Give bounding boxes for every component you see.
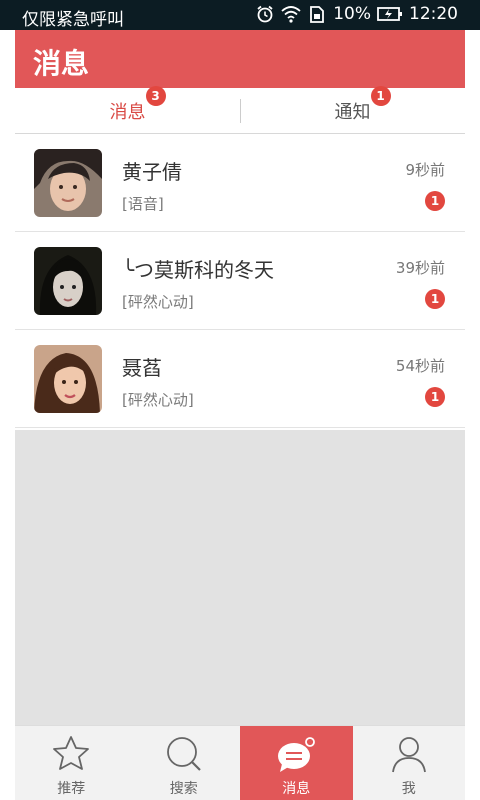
nav-item-me[interactable]: 我 xyxy=(353,726,466,800)
tab-notifications-label: 通知 xyxy=(334,101,371,123)
tab-bar: 消息 3 通知 1 xyxy=(15,85,465,134)
carrier-text: 仅限紧急呼叫 xyxy=(22,10,124,30)
message-time: 39秒前 xyxy=(395,259,445,277)
nav-item-recommend[interactable]: 推荐 xyxy=(15,726,128,800)
unread-badge: 1 xyxy=(425,191,445,211)
alarm-icon xyxy=(257,5,273,23)
avatar[interactable] xyxy=(34,345,102,413)
unread-badge: 1 xyxy=(425,387,445,407)
nav-label: 搜索 xyxy=(169,781,198,797)
conversation-list: 黄子倩 [语音] 9秒前 1 ╰つ莫斯科的冬天 [砰然心动] 39秒前 1 聂萏… xyxy=(15,134,465,430)
sim-icon xyxy=(310,6,325,23)
tab-notifications[interactable]: 通知 1 xyxy=(240,85,465,133)
nav-label: 推荐 xyxy=(57,781,86,797)
nav-item-messages[interactable]: 消息 xyxy=(240,726,353,800)
status-icons: 10% 12:20 xyxy=(255,4,458,24)
message-preview: [砰然心动] xyxy=(122,293,194,311)
empty-list-area xyxy=(15,430,465,725)
star-icon xyxy=(53,736,90,770)
search-icon xyxy=(166,737,201,771)
status-bar: 仅限紧急呼叫 10% 12:20 xyxy=(0,0,480,30)
wifi-icon xyxy=(281,6,301,23)
page-title: 消息 xyxy=(33,47,90,80)
chat-bubble-icon xyxy=(278,737,316,772)
avatar[interactable] xyxy=(34,149,102,217)
message-preview: [砰然心动] xyxy=(122,391,194,409)
nav-label: 消息 xyxy=(282,781,311,797)
contact-name: 聂萏 xyxy=(122,356,162,380)
tab-messages-label: 消息 xyxy=(109,101,146,123)
tab-notifications-badge: 1 xyxy=(370,85,391,106)
conversation-row[interactable]: 聂萏 [砰然心动] 54秒前 1 xyxy=(15,330,465,428)
contact-name: ╰つ莫斯科的冬天 xyxy=(122,258,275,282)
message-time: 9秒前 xyxy=(405,161,445,179)
battery-icon xyxy=(377,7,402,21)
contact-name: 黄子倩 xyxy=(122,160,182,184)
message-preview: [语音] xyxy=(122,195,164,213)
nav-item-search[interactable]: 搜索 xyxy=(128,726,241,800)
message-time: 54秒前 xyxy=(395,357,445,375)
clock-time: 12:20 xyxy=(409,4,458,24)
tab-messages[interactable]: 消息 3 xyxy=(15,85,240,133)
conversation-row[interactable]: 黄子倩 [语音] 9秒前 1 xyxy=(15,134,465,232)
avatar[interactable] xyxy=(34,247,102,315)
unread-badge: 1 xyxy=(425,289,445,309)
person-icon xyxy=(391,737,426,773)
battery-percent: 10% xyxy=(333,4,371,24)
conversation-row[interactable]: ╰つ莫斯科的冬天 [砰然心动] 39秒前 1 xyxy=(15,232,465,330)
tab-messages-badge: 3 xyxy=(145,85,166,106)
header-bar: 消息 xyxy=(15,30,465,88)
bottom-nav: 推荐 搜索 消息 我 xyxy=(15,725,465,800)
nav-label: 我 xyxy=(401,781,416,797)
